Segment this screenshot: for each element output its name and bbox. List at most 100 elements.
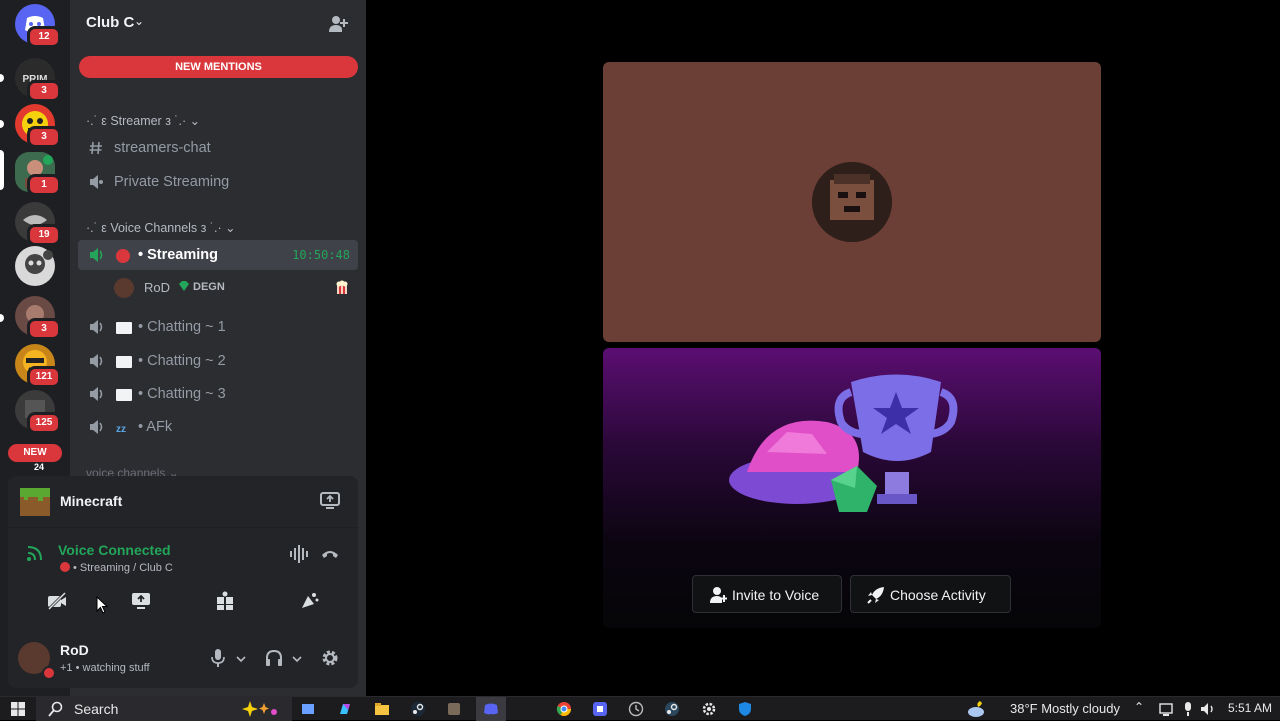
voice-member-rod[interactable]: RoD DEGN bbox=[114, 277, 358, 299]
signal-icon[interactable] bbox=[26, 544, 44, 562]
voice-status-label[interactable]: Voice Connected bbox=[58, 542, 171, 558]
file-explorer-icon[interactable] bbox=[374, 701, 390, 717]
gear-icon[interactable] bbox=[701, 701, 717, 717]
status-dnd-indicator bbox=[42, 666, 56, 680]
chevron-down-icon[interactable] bbox=[292, 654, 302, 664]
channel-afk[interactable]: zz • AFk bbox=[78, 412, 358, 442]
server-icon-8[interactable]: 125 bbox=[15, 390, 61, 434]
server-icon-7[interactable]: 121 bbox=[15, 344, 61, 388]
channel-label: • Chatting ~ 1 bbox=[138, 319, 226, 335]
microphone-icon[interactable] bbox=[210, 648, 226, 668]
weather-cloudy-icon[interactable] bbox=[966, 699, 988, 719]
chevron-up-icon[interactable]: ⌃ bbox=[1134, 700, 1144, 714]
app-icon-blue[interactable] bbox=[592, 701, 608, 717]
svg-text:zz: zz bbox=[116, 424, 126, 434]
discord-window: 12 PRIM 3 3 1 19 3 121 bbox=[0, 0, 1280, 696]
direct-messages-button[interactable]: 12 bbox=[15, 4, 61, 48]
stage-channel-icon bbox=[90, 175, 103, 189]
guild-tag-label: DEGN bbox=[193, 281, 225, 293]
headphones-icon[interactable] bbox=[264, 648, 284, 668]
camera-off-button[interactable] bbox=[18, 584, 96, 618]
channel-streamers-chat[interactable]: streamers-chat bbox=[78, 133, 358, 163]
microphone-icon[interactable] bbox=[1180, 701, 1196, 717]
activity-title: Minecraft bbox=[60, 493, 123, 509]
server-icon-5[interactable] bbox=[15, 246, 55, 286]
minecraft-icon bbox=[20, 488, 50, 516]
discord-taskbar-button[interactable] bbox=[476, 697, 506, 721]
share-screen-button[interactable] bbox=[102, 584, 180, 618]
soundboard-button[interactable] bbox=[270, 584, 348, 618]
channel-label: • Chatting ~ 2 bbox=[138, 353, 226, 369]
server-icon-6[interactable]: 3 bbox=[15, 296, 61, 340]
chrome-icon[interactable] bbox=[556, 701, 572, 717]
channel-chatting-2[interactable]: • Chatting ~ 2 bbox=[78, 346, 358, 376]
new-mentions-button[interactable]: NEW MENTIONS bbox=[79, 56, 358, 78]
unread-badge: 121 bbox=[27, 366, 61, 388]
chevron-down-icon[interactable] bbox=[236, 654, 246, 664]
participant-avatar bbox=[812, 162, 892, 242]
voice-connected-icon bbox=[90, 248, 103, 262]
white-square-icon bbox=[116, 388, 132, 406]
copilot-sparkle-icon bbox=[242, 701, 277, 717]
channel-label: streamers-chat bbox=[114, 140, 211, 156]
server-icon-prim[interactable]: PRIM 3 bbox=[15, 58, 61, 102]
invite-to-voice-button[interactable]: Invite to Voice bbox=[692, 575, 842, 613]
new-unreads-pill[interactable]: NEW bbox=[8, 444, 62, 462]
skull-logo-icon bbox=[25, 250, 53, 274]
user-name[interactable]: RoD bbox=[60, 642, 89, 658]
task-view-icon[interactable] bbox=[300, 701, 316, 717]
windows-start-icon[interactable] bbox=[10, 701, 26, 717]
voice-panel: Minecraft Voice Connected • Streaming / … bbox=[8, 476, 358, 688]
unread-badge: 3 bbox=[27, 80, 61, 102]
search-label: Search bbox=[74, 701, 119, 717]
network-icon[interactable] bbox=[1158, 701, 1174, 717]
choose-activity-button[interactable]: Choose Activity bbox=[850, 575, 1011, 613]
server-icon-4[interactable]: 19 bbox=[15, 202, 61, 246]
steam-icon[interactable] bbox=[410, 701, 426, 717]
gear-icon[interactable] bbox=[320, 648, 340, 668]
red-circle-icon bbox=[60, 562, 70, 572]
white-square-icon bbox=[116, 355, 132, 373]
copilot-icon[interactable] bbox=[337, 701, 353, 717]
camera-off-icon bbox=[47, 591, 67, 611]
server-header[interactable]: Club C ⌄ bbox=[70, 0, 366, 46]
chevron-down-icon: ⌄ bbox=[134, 14, 145, 28]
shield-icon[interactable] bbox=[737, 701, 753, 717]
clock-icon[interactable] bbox=[628, 701, 644, 717]
activity-promo: Invite to Voice Choose Activity bbox=[603, 348, 1101, 628]
windows-taskbar: Search 38°F Mostly cloudy ⌃ 5:51 AM bbox=[0, 696, 1280, 721]
channel-chatting-1[interactable]: • Chatting ~ 1 bbox=[78, 312, 358, 342]
channel-streaming[interactable]: • Streaming 10:50:48 bbox=[78, 240, 358, 270]
voice-location[interactable]: • Streaming / Club C bbox=[60, 562, 173, 574]
activities-button[interactable] bbox=[186, 584, 264, 618]
screen-share-icon[interactable] bbox=[320, 492, 340, 510]
activity-row[interactable]: Minecraft bbox=[8, 476, 358, 528]
volume-icon[interactable] bbox=[1200, 701, 1216, 717]
server-icon-2[interactable]: 3 bbox=[15, 104, 61, 148]
disconnect-icon[interactable] bbox=[320, 544, 340, 564]
voice-location-label: • Streaming / Club C bbox=[73, 562, 173, 574]
participant-tile[interactable] bbox=[603, 62, 1101, 342]
noise-suppression-icon[interactable] bbox=[288, 544, 308, 564]
add-friend-icon bbox=[710, 587, 727, 603]
unread-pill bbox=[0, 314, 4, 322]
taskbar-search[interactable]: Search bbox=[36, 697, 292, 721]
user-custom-status: +1 • watching stuff bbox=[60, 662, 150, 674]
member-name: RoD bbox=[144, 280, 171, 295]
app-icon-generic[interactable] bbox=[446, 701, 462, 717]
channel-private-streaming[interactable]: Private Streaming bbox=[78, 167, 358, 197]
unread-badge: 3 bbox=[27, 318, 61, 340]
category-voice-channels[interactable]: ·.˙ ε Voice Channels з ˙.· ⌄ bbox=[86, 220, 236, 235]
choose-activity-label: Choose Activity bbox=[890, 587, 986, 603]
invite-people-icon[interactable] bbox=[328, 14, 348, 34]
channel-label: • Streaming bbox=[138, 247, 219, 263]
clock-time[interactable]: 5:51 AM bbox=[1228, 701, 1272, 715]
channel-chatting-3[interactable]: • Chatting ~ 3 bbox=[78, 379, 358, 409]
weather-label[interactable]: 38°F Mostly cloudy bbox=[1010, 701, 1120, 716]
steam-icon[interactable] bbox=[664, 701, 680, 717]
category-streamer[interactable]: ·.˙ ε Streamer з ˙.· ⌄ bbox=[86, 113, 200, 128]
red-circle-icon bbox=[116, 249, 130, 268]
server-icon-club-c[interactable]: 1 bbox=[15, 152, 61, 196]
activities-icon bbox=[217, 591, 233, 610]
rocket-icon bbox=[867, 587, 884, 604]
